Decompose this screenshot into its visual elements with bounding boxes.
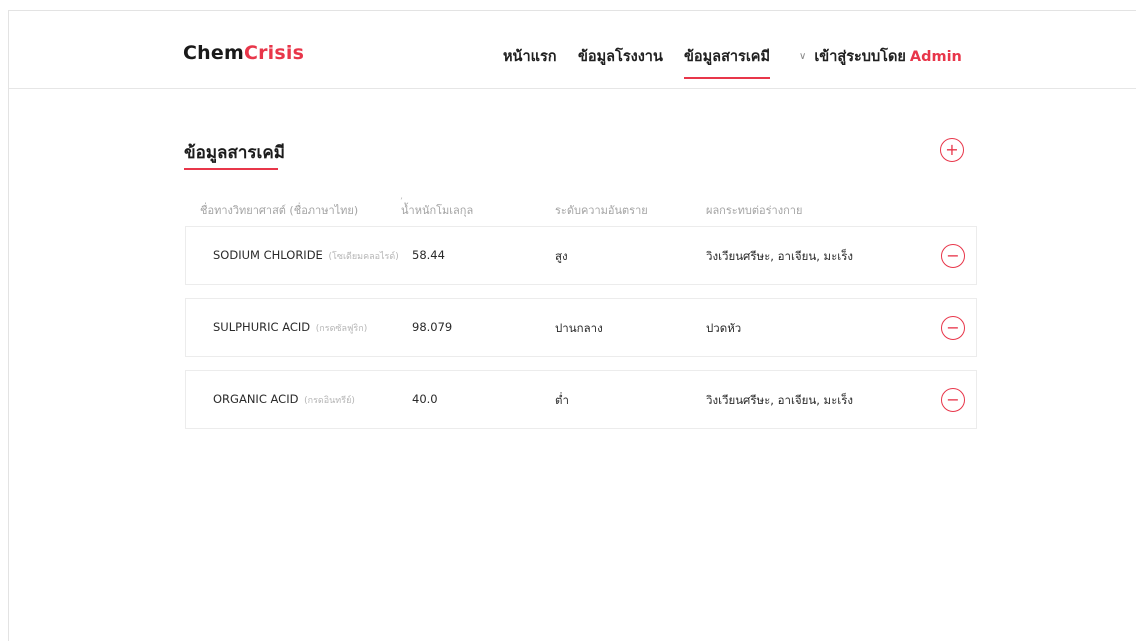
nav-item-chemical[interactable]: ข้อมูลสารเคมี: [684, 45, 771, 79]
scientific-name: SULPHURIC ACID: [213, 320, 311, 334]
thai-name: (กรดอินทรีย์): [304, 396, 355, 406]
column-header-name: ชื่อทางวิทยาศาสต์ (ชื่อภาษาไทย): [200, 204, 359, 217]
nav-item-home[interactable]: หน้าแรก: [503, 45, 557, 68]
cell-body-effect: ปวดหัว: [706, 321, 742, 335]
remove-chemical-button[interactable]: −: [941, 316, 965, 340]
table-row: SULPHURIC ACID (กรดซัลฟูริก) 98.079 ปานก…: [185, 298, 977, 357]
cell-body-effect: วิงเวียนศรีษะ, อาเจียน, มะเร็ง: [706, 249, 854, 263]
scientific-name: SODIUM CHLORIDE: [213, 248, 323, 262]
cell-scientific-name: ORGANIC ACID (กรดอินทรีย์): [213, 392, 355, 407]
add-chemical-button[interactable]: +: [940, 138, 964, 162]
top-header: ChemCrisis หน้าแรก ข้อมูลโรงงาน ข้อมูลสา…: [9, 11, 1136, 89]
main-nav: หน้าแรก ข้อมูลโรงงาน ข้อมูลสารเคมี ∨ เข้า…: [9, 45, 1136, 89]
remove-chemical-button[interactable]: −: [941, 244, 965, 268]
nav-item-factory[interactable]: ข้อมูลโรงงาน: [578, 45, 663, 68]
cell-hazard-level: สูง: [555, 249, 568, 263]
cell-hazard-level: ต่ำ: [555, 393, 569, 407]
cell-scientific-name: SULPHURIC ACID (กรดซัลฟูริก): [213, 320, 367, 335]
cell-scientific-name: SODIUM CHLORIDE (โซเดียมคลอไรด์): [213, 248, 399, 263]
minus-circle-icon: −: [946, 246, 960, 265]
cell-molecular-weight: 40.0: [412, 392, 438, 406]
thai-name: (โซเดียมคลอไรด์): [328, 252, 399, 262]
minus-circle-icon: −: [946, 390, 960, 409]
chevron-down-icon: ∨: [799, 51, 807, 62]
cell-molecular-weight: 98.079: [412, 320, 453, 334]
app-frame: ChemCrisis หน้าแรก ข้อมูลโรงงาน ข้อมูลสา…: [8, 10, 1136, 641]
plus-circle-icon: +: [945, 140, 959, 159]
column-header-molecular-weight: น้ำหนักโมเลกุล: [401, 204, 474, 217]
page-title: ข้อมูลสารเคมี: [184, 143, 285, 163]
user-name: Admin: [909, 49, 962, 65]
minus-circle-icon: −: [946, 318, 960, 337]
scientific-name: ORGANIC ACID: [213, 392, 299, 406]
remove-chemical-button[interactable]: −: [941, 388, 965, 412]
login-label: เข้าสู่ระบบโดย: [814, 49, 906, 65]
column-header-effect: ผลกระทบต่อร่างกาย: [706, 204, 803, 217]
login-dropdown[interactable]: ∨ เข้าสู่ระบบโดย Admin: [799, 45, 962, 68]
column-header-hazard: ระดับความอันตราย: [555, 204, 648, 217]
cell-body-effect: วิงเวียนศรีษะ, อาเจียน, มะเร็ง: [706, 393, 854, 407]
table-row: ORGANIC ACID (กรดอินทรีย์) 40.0 ต่ำ วิงเ…: [185, 370, 977, 429]
cell-molecular-weight: 58.44: [412, 248, 445, 262]
cell-hazard-level: ปานกลาง: [555, 321, 603, 335]
thai-name: (กรดซัลฟูริก): [315, 324, 368, 334]
table-row: SODIUM CHLORIDE (โซเดียมคลอไรด์) 58.44 ส…: [185, 226, 977, 285]
title-underline: [184, 168, 278, 170]
